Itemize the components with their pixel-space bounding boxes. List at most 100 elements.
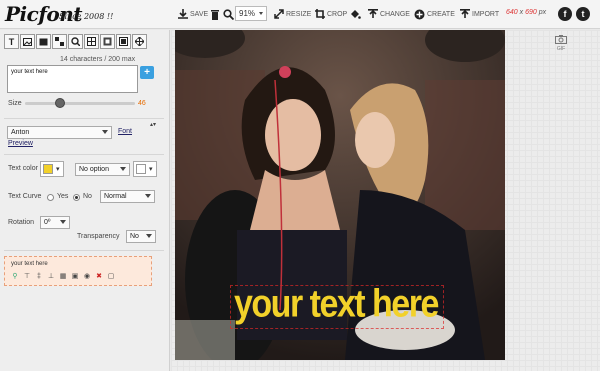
zoom-value: 91% bbox=[239, 9, 256, 18]
delete-icon[interactable]: ✖ bbox=[95, 272, 103, 280]
change-button[interactable]: CHANGE bbox=[367, 6, 410, 22]
text-color-label: Text color bbox=[8, 165, 38, 172]
dims-unit: px bbox=[538, 9, 547, 16]
divider bbox=[4, 118, 164, 119]
magnifier-icon bbox=[223, 8, 234, 20]
rotation-label: Rotation bbox=[8, 219, 35, 226]
upload-icon bbox=[367, 9, 378, 20]
curve-style-select[interactable]: Normal bbox=[100, 190, 155, 203]
fill-button[interactable] bbox=[350, 6, 361, 22]
color-swatch bbox=[43, 164, 53, 174]
grid-tool-icon[interactable] bbox=[84, 34, 99, 49]
eye-icon[interactable]: ◉ bbox=[83, 272, 91, 280]
rotation-select[interactable]: 0º bbox=[40, 216, 70, 229]
add-text-button[interactable]: + bbox=[140, 66, 154, 79]
transparency-value: No bbox=[130, 233, 139, 240]
app-tagline: Since 2008 !! bbox=[59, 12, 114, 21]
curve-no-label: No bbox=[83, 193, 92, 200]
plus-circle-icon bbox=[414, 9, 425, 20]
paint-bucket-icon bbox=[350, 9, 361, 20]
import-button[interactable]: IMPORT bbox=[459, 6, 499, 22]
preview-link[interactable]: Preview bbox=[8, 140, 33, 147]
link-icon[interactable]: ⚲ bbox=[11, 272, 19, 280]
size-slider-thumb[interactable] bbox=[55, 98, 66, 108]
trash-icon bbox=[209, 9, 220, 20]
shadow-option-select[interactable]: No option bbox=[75, 163, 130, 176]
dims-separator: x bbox=[519, 9, 524, 16]
change-label: CHANGE bbox=[380, 10, 410, 18]
text-layer-item[interactable]: your text here ⚲ ⊤ ‡ ⊥ ▦ ▣ ◉ ✖ ▢ bbox=[4, 256, 152, 286]
color-swatch bbox=[136, 164, 146, 174]
chevron-down-icon: ▾ bbox=[149, 166, 153, 173]
frame-tool-icon[interactable] bbox=[100, 34, 115, 49]
rotation-value: 0º bbox=[44, 219, 51, 226]
curve-style-value: Normal bbox=[104, 193, 127, 200]
text-color-picker[interactable]: ▾ bbox=[40, 161, 64, 177]
align-bottom-icon[interactable]: ⊥ bbox=[47, 272, 55, 280]
save-label: SAVE bbox=[190, 10, 209, 18]
layer-icon[interactable]: ▦ bbox=[59, 272, 67, 280]
overlay-tool-icon[interactable] bbox=[116, 34, 131, 49]
size-label: Size bbox=[8, 100, 22, 107]
text-input[interactable]: your text here bbox=[7, 65, 138, 93]
layer-actions: ⚲ ⊤ ‡ ⊥ ▦ ▣ ◉ ✖ ▢ bbox=[11, 272, 115, 281]
twitter-icon[interactable]: t bbox=[576, 7, 590, 21]
transparency-select[interactable]: No bbox=[126, 230, 156, 243]
curve-no-radio[interactable] bbox=[73, 194, 80, 201]
chevron-down-icon: ▾ bbox=[56, 166, 60, 173]
align-middle-icon[interactable]: ‡ bbox=[35, 272, 43, 280]
text-tools-row: T bbox=[4, 34, 147, 49]
resize-button[interactable]: RESIZE bbox=[273, 6, 311, 22]
align-top-icon[interactable]: ⊤ bbox=[23, 272, 31, 280]
chevron-down-icon bbox=[146, 234, 152, 238]
facebook-icon[interactable]: f bbox=[558, 7, 572, 21]
divider bbox=[4, 154, 164, 155]
crop-button[interactable]: CROP bbox=[314, 6, 347, 22]
font-value: Anton bbox=[11, 129, 30, 136]
top-toolbar: Picfont Since 2008 !! SAVE 91% RESIZE CR… bbox=[0, 0, 600, 29]
resize-icon bbox=[273, 9, 284, 20]
dims-width: 640 bbox=[506, 9, 518, 16]
text-tool-icon[interactable]: T bbox=[4, 34, 19, 49]
import-icon bbox=[459, 9, 470, 20]
zoom-button[interactable] bbox=[223, 6, 234, 22]
save-button[interactable]: SAVE bbox=[177, 6, 208, 22]
search-tool-icon[interactable] bbox=[68, 34, 83, 49]
duplicate-icon[interactable]: ▢ bbox=[107, 272, 115, 280]
canvas-dimensions: 640 x 690 px bbox=[506, 9, 546, 16]
chevron-down-icon bbox=[102, 130, 108, 134]
image-tool-icon[interactable] bbox=[20, 34, 35, 49]
chevron-down-icon bbox=[259, 12, 263, 15]
curve-yes-radio[interactable] bbox=[47, 194, 54, 201]
import-label: IMPORT bbox=[472, 10, 500, 18]
gif-label: GIF bbox=[556, 46, 566, 52]
shadow-color-picker[interactable]: ▾ bbox=[133, 161, 157, 177]
move-tool-icon[interactable] bbox=[132, 34, 147, 49]
download-icon bbox=[177, 9, 188, 20]
chevron-down-icon bbox=[60, 220, 66, 224]
pattern-tool-icon[interactable] bbox=[52, 34, 67, 49]
transparency-label: Transparency bbox=[77, 233, 120, 240]
collapse-icon[interactable]: ▴▾ bbox=[150, 121, 156, 128]
chevron-down-icon bbox=[120, 167, 126, 171]
size-value: 46 bbox=[138, 100, 146, 107]
character-count: 14 characters / 200 max bbox=[60, 56, 136, 63]
overlay-text[interactable]: your text here bbox=[234, 282, 439, 327]
crop-icon bbox=[314, 9, 325, 20]
create-button[interactable]: CREATE bbox=[414, 6, 455, 22]
font-select[interactable]: Anton bbox=[7, 126, 112, 139]
shadow-option-value: No option bbox=[79, 166, 109, 173]
camera-icon bbox=[555, 35, 567, 46]
create-label: CREATE bbox=[427, 10, 455, 18]
text-settings-panel: T 14 characters / 200 max your text here… bbox=[0, 30, 170, 371]
font-link[interactable]: Font bbox=[118, 128, 132, 135]
chevron-down-icon bbox=[145, 194, 151, 198]
zoom-select[interactable]: 91% bbox=[235, 6, 267, 21]
resize-label: RESIZE bbox=[286, 10, 312, 18]
delete-button[interactable] bbox=[209, 6, 220, 22]
gif-button[interactable]: GIF bbox=[554, 35, 568, 52]
picture-tool-icon[interactable] bbox=[36, 34, 51, 49]
size-slider[interactable] bbox=[25, 102, 135, 105]
dims-height: 690 bbox=[525, 9, 537, 16]
lock-icon[interactable]: ▣ bbox=[71, 272, 79, 280]
